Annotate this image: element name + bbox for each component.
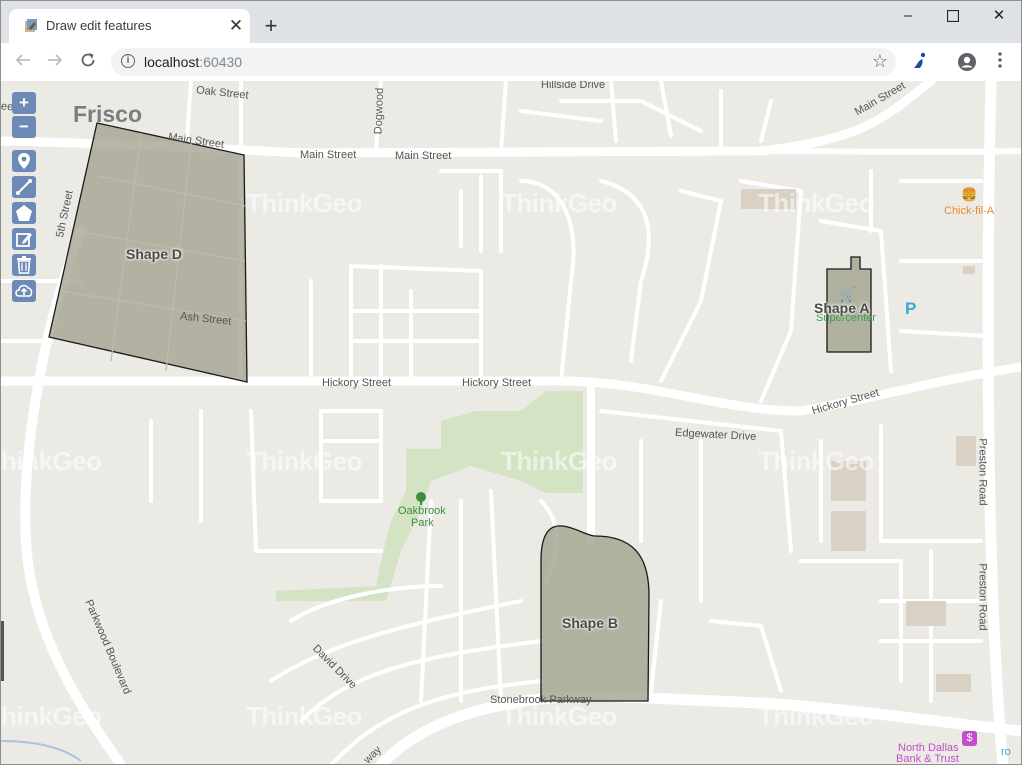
draw-line-button[interactable] — [12, 176, 36, 198]
maximize-icon — [946, 9, 960, 23]
watermark: ThinkGeo — [246, 188, 362, 218]
forward-button[interactable] — [43, 50, 67, 74]
save-upload-button[interactable] — [12, 280, 36, 302]
restaurant-icon: 🍔 — [961, 187, 978, 202]
edit-shape-button[interactable] — [12, 228, 36, 250]
back-button[interactable] — [11, 50, 35, 74]
poi-bank-line2: Bank & Trust — [896, 753, 959, 765]
reload-button[interactable] — [76, 50, 100, 74]
close-window-button[interactable]: ✕ — [976, 1, 1021, 31]
map-viewport[interactable]: ThinkGeo ThinkGeo ThinkGeo hinkGeo Think… — [1, 81, 1021, 765]
watermark: ThinkGeo — [501, 188, 617, 218]
cloud-upload-icon — [15, 284, 33, 297]
url-text: localhost:60430 — [144, 54, 243, 70]
profile-avatar-icon[interactable] — [957, 52, 977, 72]
parking-icon: P — [905, 299, 917, 318]
edit-icon — [16, 233, 32, 247]
shape-b-label: Shape B — [562, 615, 619, 631]
street-label: Main Street — [300, 149, 357, 161]
street-label: Hickory Street — [462, 377, 532, 389]
street-label: Preston Road — [976, 563, 989, 631]
site-info-icon[interactable]: i — [121, 54, 135, 68]
delete-shape-button[interactable] — [12, 254, 36, 276]
watermark: hinkGeo — [1, 701, 102, 731]
watermark: ThinkGeo — [758, 701, 874, 731]
shape-d-label: Shape D — [126, 246, 183, 262]
poi-chick-fil-a[interactable]: Chick-fil-A — [944, 205, 994, 217]
street-label: Dogwood — [372, 87, 387, 135]
zoom-out-button[interactable]: − — [12, 116, 36, 138]
zoom-in-button[interactable]: + — [12, 92, 36, 114]
bank-icon: $ — [962, 731, 977, 746]
poi-edge: ro — [1001, 746, 1011, 758]
poi-oakbrook-park[interactable]: Oakbrook — [398, 505, 446, 517]
new-tab-button[interactable]: + — [261, 15, 281, 37]
address-bar[interactable]: i localhost:60430 ☆ — [111, 48, 896, 76]
minimize-button[interactable]: – — [885, 1, 931, 31]
map-base-layer — [1, 81, 1021, 764]
watermark: ThinkGeo — [501, 446, 617, 476]
watermark: ThinkGeo — [246, 446, 362, 476]
shape-b-polygon[interactable] — [540, 525, 650, 702]
city-label: Frisco — [73, 101, 143, 127]
poi-oakbrook-park-line2: Park — [411, 517, 434, 529]
trash-icon — [17, 256, 31, 274]
maximize-button[interactable] — [930, 1, 976, 31]
tab-title: Draw edit features — [46, 18, 152, 33]
polygon-icon — [16, 205, 32, 221]
tab-close-icon[interactable]: ✕ — [227, 17, 245, 35]
map-pin-icon — [18, 153, 30, 169]
bookmark-star-icon[interactable]: ☆ — [872, 51, 888, 72]
street-label: Main Street — [395, 150, 452, 162]
watermark: hinkGeo — [1, 446, 102, 476]
draw-polygon-button[interactable] — [12, 202, 36, 224]
menu-kebab-icon[interactable] — [990, 52, 1010, 72]
street-label: Hillside Drive — [541, 81, 606, 91]
arrow-left-icon — [15, 54, 30, 66]
tab-strip: Draw edit features ✕ + – ✕ — [1, 1, 1021, 43]
shape-a-label: Shape A — [814, 300, 870, 316]
watermark: ThinkGeo — [758, 188, 874, 218]
street-label: Hickory Street — [322, 377, 392, 389]
watermark: ThinkGeo — [246, 701, 362, 731]
street-label: Preston Road — [976, 438, 989, 506]
extension-icon[interactable] — [910, 52, 930, 72]
draw-point-button[interactable] — [12, 150, 36, 172]
street-label: Stonebrook Parkway — [490, 694, 592, 706]
page-favicon-icon — [25, 19, 37, 32]
browser-window: Draw edit features ✕ + – ✕ i localhost:6… — [0, 0, 1022, 765]
browser-toolbar: i localhost:60430 ☆ — [1, 43, 1021, 82]
watermark: ThinkGeo — [758, 446, 874, 476]
line-icon — [16, 179, 32, 195]
arrow-right-icon — [48, 54, 63, 66]
browser-tab[interactable]: Draw edit features ✕ — [9, 9, 250, 43]
reload-icon — [81, 53, 95, 67]
